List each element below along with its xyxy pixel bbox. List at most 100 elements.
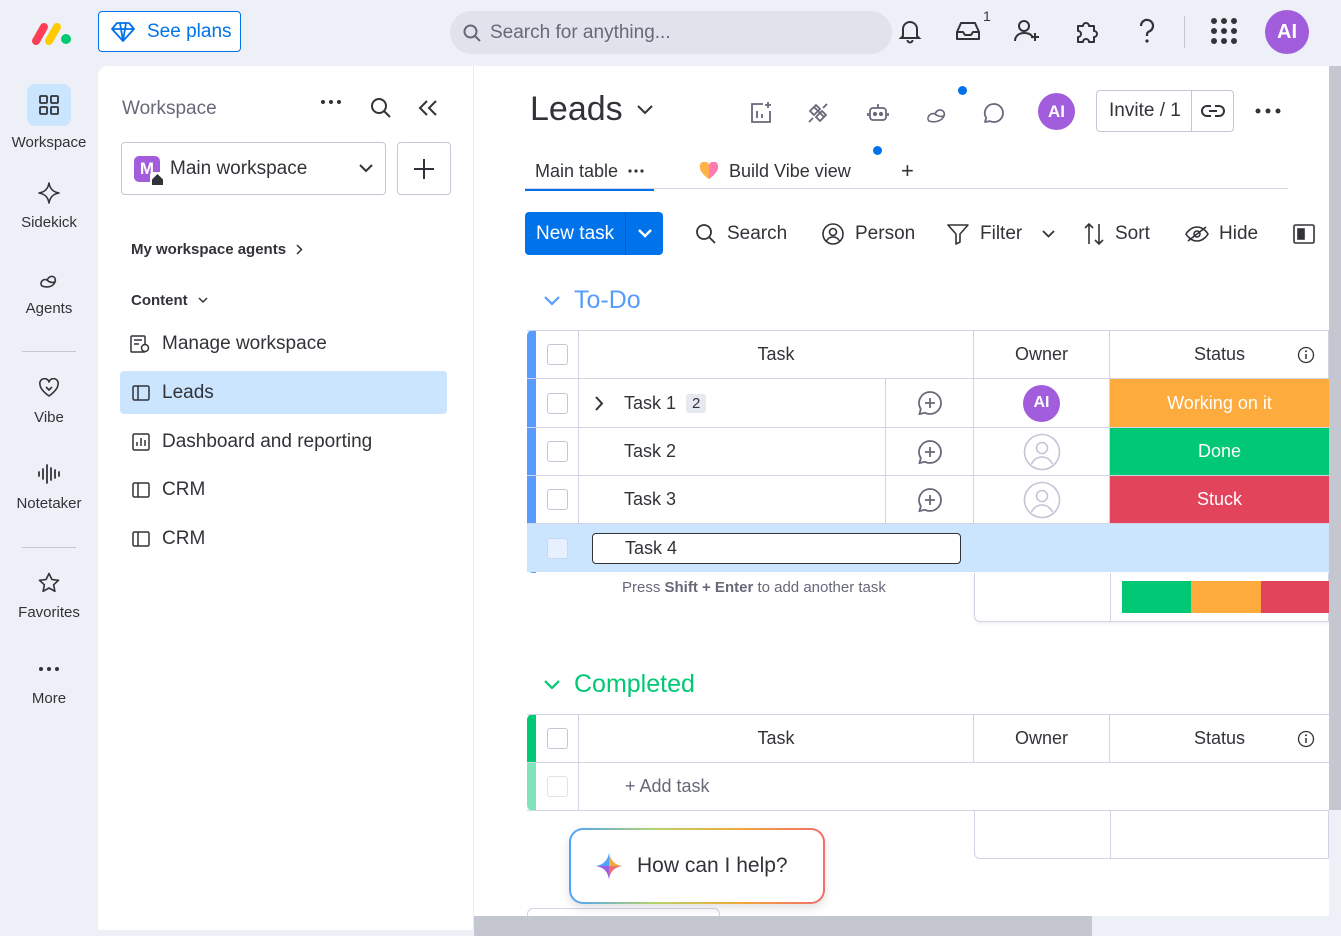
grid-icon [27, 84, 71, 126]
person-filter-button[interactable]: Person [821, 212, 915, 255]
horizontal-scrollbar[interactable] [474, 916, 1092, 936]
sort-button[interactable]: Sort [1083, 212, 1150, 255]
board-info-icon[interactable] [747, 99, 775, 127]
tab-more-icon[interactable] [628, 169, 644, 173]
owner-cell[interactable] [974, 428, 1110, 475]
group-title[interactable]: Completed [574, 670, 695, 699]
invite-button[interactable]: Invite / 1 [1096, 90, 1234, 132]
column-header-owner[interactable]: Owner [974, 331, 1110, 378]
workspace-search-icon[interactable] [370, 97, 392, 119]
inbox-icon[interactable] [953, 16, 983, 46]
help-icon[interactable] [1132, 16, 1162, 46]
rail-item-notetaker[interactable]: Notetaker [0, 461, 98, 512]
task-name-cell[interactable]: Task 2 [579, 428, 886, 475]
nav-item-manage-workspace[interactable]: Manage workspace [120, 322, 447, 365]
agents-icon[interactable] [923, 99, 951, 127]
add-task-button[interactable]: + Add task [579, 763, 1329, 810]
chevron-down-icon[interactable] [626, 229, 663, 238]
workspace-selector[interactable]: M Main workspace [121, 142, 386, 195]
copy-link-icon[interactable] [1192, 104, 1233, 118]
owner-cell[interactable]: AI [974, 379, 1110, 427]
column-header-status[interactable]: Status [1110, 331, 1329, 378]
monday-logo[interactable] [30, 19, 74, 47]
status-cell[interactable]: Stuck [1110, 476, 1329, 523]
chevron-down-icon[interactable] [544, 679, 560, 690]
nav-item-dashboard[interactable]: Dashboard and reporting [120, 420, 447, 463]
group-header-todo[interactable]: To-Do [544, 286, 641, 315]
vertical-scrollbar[interactable] [1329, 66, 1341, 810]
nav-item-crm[interactable]: CRM [120, 517, 447, 560]
hide-button[interactable]: Hide [1185, 212, 1258, 255]
table-row[interactable]: Task 3 Stuck [527, 476, 1329, 524]
integrate-icon[interactable] [804, 99, 832, 127]
board-member-avatar[interactable]: AI [1038, 93, 1075, 130]
nav-item-crm[interactable]: CRM [120, 468, 447, 511]
subitems-count-badge[interactable]: 2 [686, 393, 707, 413]
status-label: Done [1197, 441, 1242, 461]
group-by-button[interactable] [1293, 212, 1315, 255]
global-search-input[interactable]: Search for anything... [450, 11, 892, 54]
select-all-checkbox[interactable] [546, 344, 568, 365]
user-avatar[interactable]: AI [1265, 10, 1309, 54]
board-more-icon[interactable] [1255, 108, 1281, 114]
add-update-cell[interactable] [886, 476, 974, 523]
bell-icon[interactable] [895, 16, 925, 46]
column-header-task[interactable]: Task [579, 331, 974, 378]
content-section-toggle[interactable]: Content [131, 292, 208, 309]
status-cell[interactable]: Done [1110, 428, 1329, 475]
expand-subitems-icon[interactable] [595, 395, 604, 411]
rail-item-agents[interactable]: Agents [0, 266, 98, 317]
column-header-status[interactable]: Status [1110, 715, 1329, 762]
group-title[interactable]: To-Do [574, 286, 641, 315]
workspace-agents-link[interactable]: My workspace agents [131, 241, 303, 258]
rail-item-vibe[interactable]: Vibe [0, 375, 98, 426]
apps-grid-icon[interactable] [1209, 16, 1239, 46]
tab-main-table[interactable]: Main table [525, 153, 655, 191]
add-task-row[interactable]: Task 4 [527, 524, 1329, 572]
row-checkbox[interactable] [546, 489, 568, 510]
tab-build-vibe[interactable]: Build Vibe view [699, 153, 851, 189]
task-name-cell[interactable]: Task 1 2 [579, 379, 886, 427]
column-header-task[interactable]: Task [579, 715, 974, 762]
chevron-down-icon[interactable] [1042, 229, 1055, 238]
select-all-checkbox[interactable] [546, 728, 568, 749]
see-plans-button[interactable]: See plans [98, 11, 241, 52]
filter-button[interactable]: Filter [946, 212, 1055, 255]
info-icon[interactable] [1297, 346, 1315, 364]
invite-member-icon[interactable] [1012, 16, 1042, 46]
add-update-cell[interactable] [886, 379, 974, 427]
nav-item-leads[interactable]: Leads [120, 371, 447, 414]
row-checkbox[interactable] [546, 441, 568, 462]
row-checkbox[interactable] [546, 392, 568, 414]
status-summary-bar[interactable] [1122, 581, 1330, 613]
collapse-panel-icon[interactable] [418, 99, 438, 117]
new-task-input[interactable]: Task 4 [592, 533, 961, 564]
add-update-cell[interactable] [886, 428, 974, 475]
owner-avatar: AI [1023, 384, 1060, 422]
rail-item-workspace[interactable]: Workspace [0, 84, 98, 151]
row-select-cell [536, 379, 579, 427]
chevron-down-icon[interactable] [544, 295, 560, 306]
task-name-cell[interactable]: Task 3 [579, 476, 886, 523]
rail-item-favorites[interactable]: Favorites [0, 570, 98, 621]
add-view-button[interactable]: + [901, 153, 914, 189]
status-cell[interactable]: Working on it [1110, 379, 1329, 427]
search-button[interactable]: Search [695, 212, 787, 255]
group-header-completed[interactable]: Completed [544, 670, 695, 699]
owner-cell[interactable] [974, 476, 1110, 523]
column-header-owner[interactable]: Owner [974, 715, 1110, 762]
updates-chat-icon[interactable] [980, 99, 1008, 127]
new-task-button[interactable]: New task [525, 212, 663, 255]
automate-robot-icon[interactable] [864, 99, 892, 127]
ai-assistant-button[interactable]: How can I help? [569, 828, 825, 904]
board-title-button[interactable]: Leads [530, 90, 653, 129]
workspace-more-icon[interactable] [320, 99, 342, 105]
add-task-row[interactable]: + Add task [527, 763, 1329, 811]
rail-item-more[interactable]: More [0, 656, 98, 707]
table-row[interactable]: Task 1 2 AI Working on it [527, 379, 1329, 428]
info-icon[interactable] [1297, 730, 1315, 748]
rail-item-sidekick[interactable]: Sidekick [0, 180, 98, 231]
table-row[interactable]: Task 2 Done [527, 428, 1329, 476]
add-item-button[interactable] [397, 142, 451, 195]
apps-puzzle-icon[interactable] [1072, 16, 1102, 46]
